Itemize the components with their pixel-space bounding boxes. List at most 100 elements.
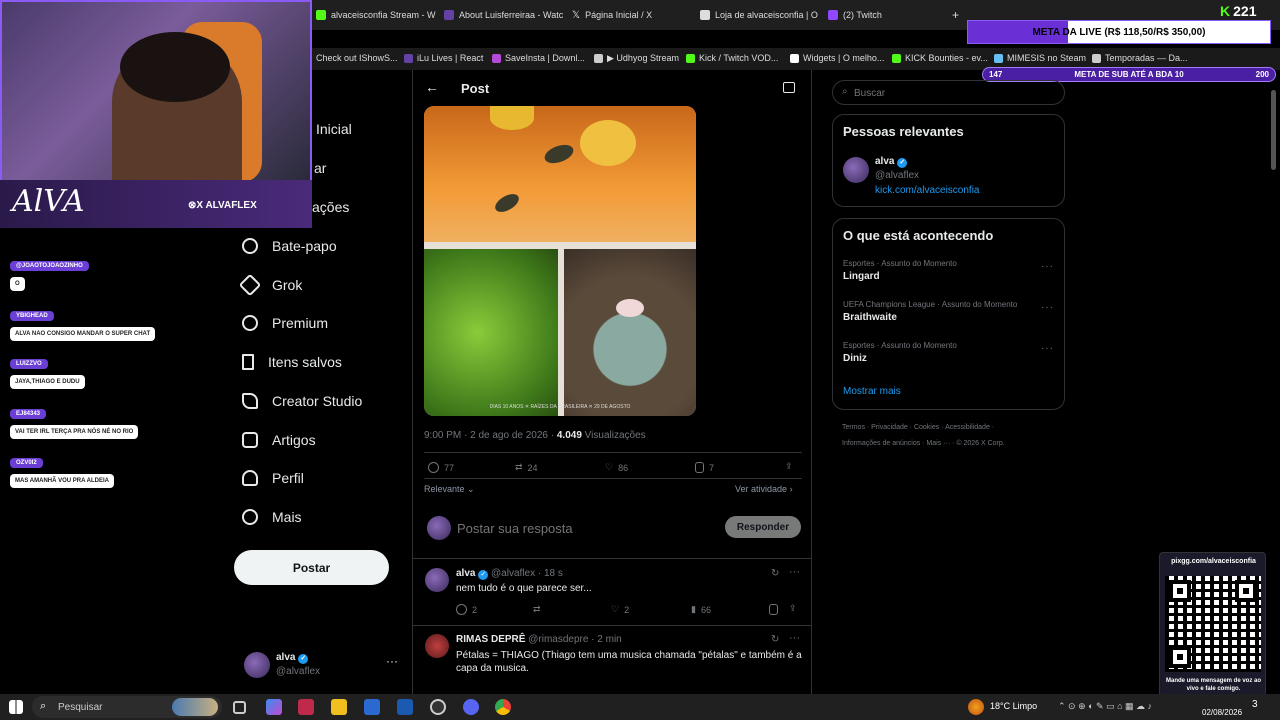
grok-icon[interactable]: ↻ <box>771 634 779 645</box>
obs-icon[interactable] <box>430 699 446 715</box>
cactus-flower <box>616 299 644 317</box>
reply-button[interactable]: Responder <box>725 516 801 538</box>
kick-icon <box>686 53 695 63</box>
sidebar-item-explore[interactable]: ar <box>314 160 326 176</box>
reply-stat[interactable]: 2 <box>456 604 477 615</box>
post-image[interactable]: DIAS 10 ANOS ✕ RAÍZES DA BRASILEIRA ✕ 29… <box>424 106 696 416</box>
account-switcher[interactable]: alva ✓ @alvaflex ··· <box>242 650 412 684</box>
bookmark-udhyog[interactable]: ▶ Udhyog Stream <box>594 53 679 64</box>
verified-icon: ✓ <box>298 654 309 664</box>
reply-item[interactable]: RIMAS DEPRÊ @rimasdepre · 2 min ↻ ··· Pé… <box>413 626 811 694</box>
image-caption: DIAS 10 ANOS ✕ RAÍZES DA BRASILEIRA ✕ 29… <box>489 404 631 410</box>
grok-icon[interactable]: ↻ <box>771 568 779 579</box>
meta-sub-current: 147 <box>989 70 1003 79</box>
share-button[interactable]: ⇪ <box>785 461 793 472</box>
tray-icons[interactable]: ⌃ ⊙ ⊕ ◐ ✎ ▭ ⌂ ▦ ☁ ♪ <box>1058 701 1152 712</box>
search-input[interactable] <box>854 85 1054 101</box>
sidebar-item-profile[interactable]: Perfil <box>242 470 304 486</box>
bookmark-mimesis[interactable]: MIMESIS no Steam <box>994 53 1086 63</box>
notification-icon[interactable]: 3 <box>1252 699 1258 710</box>
view-activity-link[interactable]: Ver atividade › <box>735 484 793 494</box>
app-icon[interactable] <box>298 699 314 715</box>
show-more-link[interactable]: Mostrar mais <box>843 386 901 397</box>
trend-item[interactable]: Esportes · Assunto do Momento Lingard <box>843 259 957 282</box>
person-handle: @alvaflex <box>875 170 920 181</box>
share-button[interactable]: ⇪ <box>789 603 797 614</box>
more-icon[interactable]: ··· <box>1041 343 1054 354</box>
person-link[interactable]: kick.com/alvaceisconfia <box>875 185 979 196</box>
person-name[interactable]: alva ✓ <box>875 156 908 168</box>
tab-store[interactable]: Loja de alvaceisconfia | O <box>700 5 820 25</box>
bookmark-saveinsta[interactable]: SaveInsta | Downl... <box>492 53 585 63</box>
bookmark-widgets[interactable]: Widgets | O melho... <box>790 53 884 63</box>
reply-stat[interactable]: 77 <box>428 462 454 473</box>
sidebar-item-notifications[interactable]: ações <box>312 199 349 215</box>
sidebar-item-bookmarks[interactable]: Itens salvos <box>242 354 342 370</box>
account-more-icon[interactable]: ··· <box>386 654 398 668</box>
bookmark-icon <box>242 354 254 370</box>
bookmark-button[interactable] <box>769 604 778 615</box>
scrollbar-thumb[interactable] <box>1271 90 1276 170</box>
sidebar-item-creator-studio[interactable]: Creator Studio <box>242 393 362 409</box>
post-timestamp: 9:00 PM · 2 de ago de 2026 · 4.049 Visua… <box>424 430 646 441</box>
bookmark-ilu[interactable]: iLu Lives | React <box>404 53 483 63</box>
repost-icon: ⇄ <box>533 604 541 614</box>
sidebar-item-chat[interactable]: Bate-papo <box>242 238 337 254</box>
windows-start-icon[interactable] <box>9 700 23 714</box>
new-tab-button[interactable]: + <box>952 5 966 25</box>
bookmark-kick-bounties[interactable]: KICK Bounties - ev... <box>892 53 988 63</box>
taskbar-search[interactable]: ⌕ Pesquisar <box>32 696 222 718</box>
more-icon <box>242 509 258 525</box>
like-stat[interactable]: ♡ 86 <box>605 462 628 473</box>
trend-item[interactable]: UEFA Champions League · Assunto do Momen… <box>843 300 1017 323</box>
view-count: 4.049 <box>556 430 582 441</box>
avatar <box>427 516 451 540</box>
post-button[interactable]: Postar <box>234 550 389 585</box>
more-icon[interactable]: ··· <box>1041 261 1054 272</box>
sidebar-item-premium[interactable]: Premium <box>242 315 328 331</box>
reply-item[interactable]: alva ✓ @alvaflex · 18 s ↻ ··· nem tudo é… <box>413 560 811 624</box>
more-icon[interactable]: ··· <box>789 632 800 644</box>
chrome-icon[interactable] <box>495 699 511 715</box>
avatar[interactable] <box>843 157 869 183</box>
sidebar-item-grok[interactable]: Grok <box>238 273 302 297</box>
kick-icon <box>892 53 901 63</box>
tab-about[interactable]: About Luisferreiraa - Watc <box>444 5 564 25</box>
back-arrow-icon[interactable]: ← <box>425 79 439 95</box>
repost-stat[interactable]: ⇄ <box>533 604 541 615</box>
meta-sub-goal: 200 <box>1255 70 1269 79</box>
sort-dropdown[interactable]: Relevante ⌄ <box>424 484 475 495</box>
weather-text[interactable]: 18°C Limpo <box>990 701 1037 711</box>
footer-links[interactable]: Termos · Privacidade · Cookies · Acessib… <box>842 424 994 431</box>
bookmark-ishowspeed[interactable]: Check out IShowS... <box>316 53 398 63</box>
bookmark-stat[interactable]: 7 <box>695 462 714 473</box>
views-stat[interactable]: ▮ 66 <box>691 604 711 615</box>
heart-icon: ♡ <box>605 462 614 472</box>
tab-kick[interactable]: alvaceisconfia Stream - W <box>316 5 436 25</box>
more-icon[interactable]: ··· <box>1041 302 1054 313</box>
task-view-icon[interactable] <box>233 701 246 714</box>
sidebar-item-home[interactable]: Inicial <box>316 121 352 137</box>
discord-icon[interactable] <box>463 699 479 715</box>
store-icon[interactable] <box>364 699 380 715</box>
x-icon: 𝕏 <box>572 9 581 21</box>
page-title: Post <box>461 81 490 96</box>
bookmark-kick-vod[interactable]: Kick / Twitch VOD... <box>686 53 778 63</box>
like-stat[interactable]: ♡ 2 <box>611 604 629 615</box>
file-explorer-icon[interactable] <box>331 699 347 715</box>
reader-icon[interactable] <box>783 82 795 93</box>
search-box[interactable]: ⌕ <box>832 80 1065 105</box>
trend-item[interactable]: Esportes · Assunto do Momento Diniz <box>843 341 957 364</box>
more-icon[interactable]: ··· <box>789 566 800 578</box>
footer-links[interactable]: Informações de anúncios · Mais ··· · © 2… <box>842 440 1005 447</box>
bookmark-temporadas[interactable]: Temporadas — Da... <box>1092 53 1188 63</box>
tab-twitch[interactable]: (2) Twitch <box>828 5 948 25</box>
sidebar-item-more[interactable]: Mais <box>242 509 302 525</box>
copilot-icon[interactable] <box>266 699 282 715</box>
repost-stat[interactable]: ⇄ 24 <box>515 462 538 473</box>
tab-x-home[interactable]: 𝕏 Página Inicial / X <box>572 5 692 25</box>
mail-icon[interactable] <box>397 699 413 715</box>
sidebar-item-articles[interactable]: Artigos <box>242 432 316 448</box>
reply-input[interactable] <box>457 518 707 538</box>
verified-icon: ✓ <box>897 158 908 168</box>
